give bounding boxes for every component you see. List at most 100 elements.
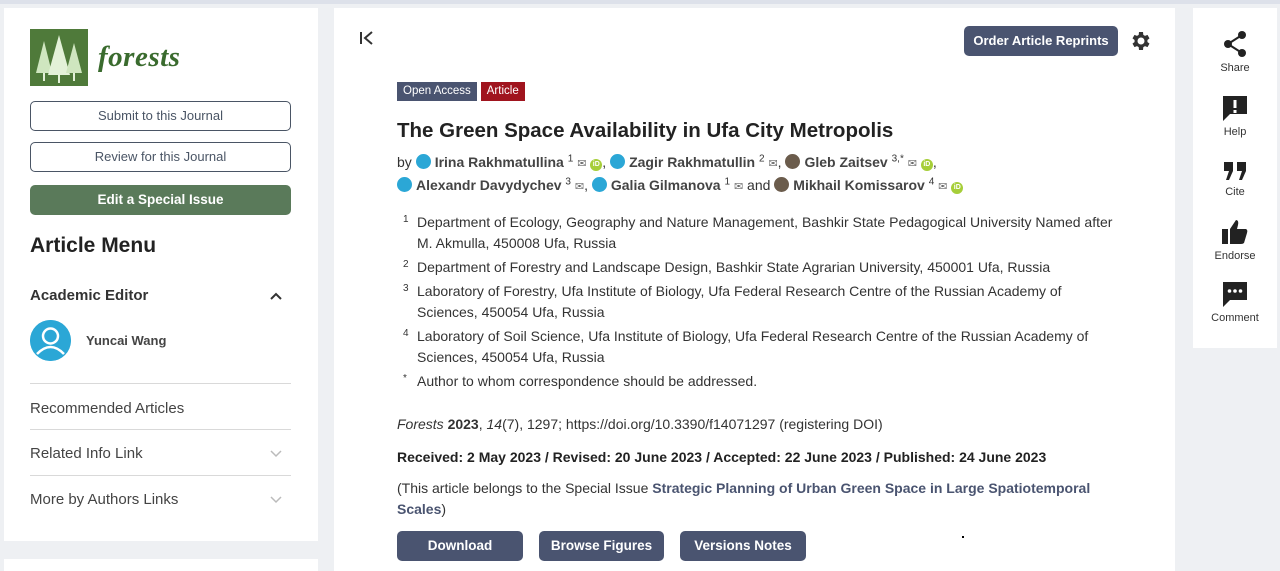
toolbar-label: Comment: [1211, 312, 1259, 324]
quote-icon: [1224, 162, 1246, 180]
user-avatar-icon: [610, 154, 626, 169]
author-name[interactable]: Zagir Rakhmatullin: [629, 154, 755, 170]
collapse-left-icon[interactable]: [359, 30, 375, 52]
link-label: Related Info Link: [30, 445, 143, 462]
affiliation-item: 1 Department of Ecology, Geography and N…: [397, 212, 1117, 254]
more-by-authors-link[interactable]: More by Authors Links: [30, 491, 282, 508]
left-sidebar: forests Submit to this Journal Review fo…: [4, 8, 318, 541]
and-label: and: [747, 177, 771, 193]
chevron-up-icon: [270, 292, 282, 300]
toolbar-label: Cite: [1225, 186, 1245, 198]
editor-name: Yuncai Wang: [86, 333, 167, 348]
chevron-down-icon: [270, 495, 282, 503]
special-issue-note: (This article belongs to the Special Iss…: [397, 478, 1097, 520]
academic-editor-label: Academic Editor: [30, 287, 149, 304]
article-main: Order Article Reprints Open Access Artic…: [334, 8, 1175, 571]
author-affiliation-sup: 1: [567, 153, 574, 165]
affiliation-item: * Author to whom correspondence should b…: [397, 371, 1117, 392]
link-label: Recommended Articles: [30, 400, 185, 417]
author-affiliation-sup: 3,*: [891, 153, 904, 165]
author-photo-icon: [785, 154, 801, 169]
toolbar-label: Help: [1223, 126, 1247, 138]
article-badges: Open Access Article: [397, 82, 525, 101]
cite-button[interactable]: Cite: [1193, 160, 1277, 198]
recommended-articles-link[interactable]: Recommended Articles: [30, 400, 282, 417]
mail-icon[interactable]: ✉: [908, 158, 917, 170]
comment-icon: [1223, 282, 1247, 307]
forest-trees-logo-icon: [30, 29, 88, 86]
user-avatar-icon: [30, 320, 71, 361]
open-access-badge: Open Access: [397, 82, 477, 101]
orcid-icon[interactable]: iD: [920, 159, 933, 171]
affiliation-number: *: [403, 373, 407, 384]
mail-icon[interactable]: ✉: [575, 181, 584, 193]
gear-icon[interactable]: [1129, 29, 1153, 53]
academic-editor-toggle[interactable]: Academic Editor: [30, 287, 282, 304]
comment-button[interactable]: Comment: [1193, 280, 1277, 324]
editor-entry[interactable]: Yuncai Wang: [30, 320, 166, 361]
help-icon: [1223, 96, 1247, 121]
citation-journal: Forests: [397, 416, 444, 432]
author-name[interactable]: Alexandr Davydychev: [416, 177, 562, 193]
review-journal-button[interactable]: Review for this Journal: [30, 142, 291, 172]
author-list: by Irina Rakhmatullina 1 ✉ iD, Zagir Rak…: [397, 152, 997, 198]
affiliation-text: Department of Ecology, Geography and Nat…: [417, 214, 1113, 251]
mail-icon[interactable]: ✉: [734, 181, 743, 193]
right-toolbar: Share Help Cite Endorse Comment: [1193, 8, 1277, 348]
mail-icon[interactable]: ✉: [768, 158, 777, 170]
citation-line: Forests 2023, 14(7), 1297; https://doi.o…: [397, 416, 883, 432]
affiliations: 1 Department of Ecology, Geography and N…: [397, 212, 1117, 395]
special-prefix: (This article belongs to the Special Iss…: [397, 480, 653, 496]
affiliation-item: 4 Laboratory of Soil Science, Ufa Instit…: [397, 326, 1117, 368]
related-info-link[interactable]: Related Info Link: [30, 445, 282, 462]
user-avatar-icon: [591, 177, 607, 192]
share-button[interactable]: Share: [1193, 30, 1277, 74]
submit-journal-button[interactable]: Submit to this Journal: [30, 101, 291, 131]
author-name[interactable]: Gleb Zaitsev: [804, 154, 887, 170]
divider: [30, 383, 291, 384]
stray-dot: [962, 536, 964, 538]
browse-figures-button[interactable]: Browse Figures: [539, 531, 664, 561]
affiliation-text: Laboratory of Soil Science, Ufa Institut…: [417, 328, 1089, 365]
author-name[interactable]: Irina Rakhmatullina: [435, 154, 564, 170]
citation-volume: 14: [486, 416, 503, 432]
author-affiliation-sup: 1: [724, 176, 731, 188]
special-suffix: ): [441, 501, 447, 517]
affiliation-item: 2 Department of Forestry and Landscape D…: [397, 257, 1117, 278]
thumbs-up-icon: [1222, 220, 1248, 244]
help-button[interactable]: Help: [1193, 94, 1277, 138]
affiliation-number: 3: [403, 283, 409, 294]
mail-icon[interactable]: ✉: [577, 158, 586, 170]
author-affiliation-sup: 2: [759, 153, 765, 165]
journal-logo[interactable]: forests: [30, 29, 180, 86]
user-avatar-icon: [397, 177, 412, 192]
article-title: The Green Space Availability in Ufa City…: [397, 119, 894, 142]
chevron-down-icon: [270, 449, 282, 457]
affiliation-text: Laboratory of Forestry, Ufa Institute of…: [417, 283, 1062, 320]
citation-year: 2023: [447, 416, 479, 432]
divider: [30, 429, 291, 430]
article-menu-title: Article Menu: [30, 234, 157, 257]
affiliation-number: 4: [403, 328, 409, 339]
sidebar-panel-bottom: [4, 559, 318, 571]
author-name[interactable]: Mikhail Komissarov: [793, 177, 925, 193]
mail-icon[interactable]: ✉: [938, 181, 947, 193]
share-icon: [1224, 31, 1246, 57]
affiliation-item: 3 Laboratory of Forestry, Ufa Institute …: [397, 281, 1117, 323]
author-affiliation-sup: 4: [928, 176, 935, 188]
edit-special-issue-button[interactable]: Edit a Special Issue: [30, 185, 291, 215]
article-type-badge: Article: [480, 82, 525, 101]
affiliation-number: 2: [403, 259, 409, 270]
author-name[interactable]: Galia Gilmanova: [611, 177, 721, 193]
orcid-icon[interactable]: iD: [951, 182, 964, 194]
affiliation-text: Author to whom correspondence should be …: [417, 373, 758, 389]
affiliation-text: Department of Forestry and Landscape Des…: [417, 259, 1051, 275]
orcid-icon[interactable]: iD: [590, 159, 603, 171]
download-button[interactable]: Download: [397, 531, 523, 561]
order-reprints-button[interactable]: Order Article Reprints: [964, 26, 1118, 56]
citation-rest: (7), 1297; https://doi.org/10.3390/f1407…: [502, 416, 883, 432]
endorse-button[interactable]: Endorse: [1193, 218, 1277, 262]
divider: [30, 475, 291, 476]
versions-notes-button[interactable]: Versions Notes: [680, 531, 806, 561]
user-avatar-icon: [415, 154, 431, 169]
